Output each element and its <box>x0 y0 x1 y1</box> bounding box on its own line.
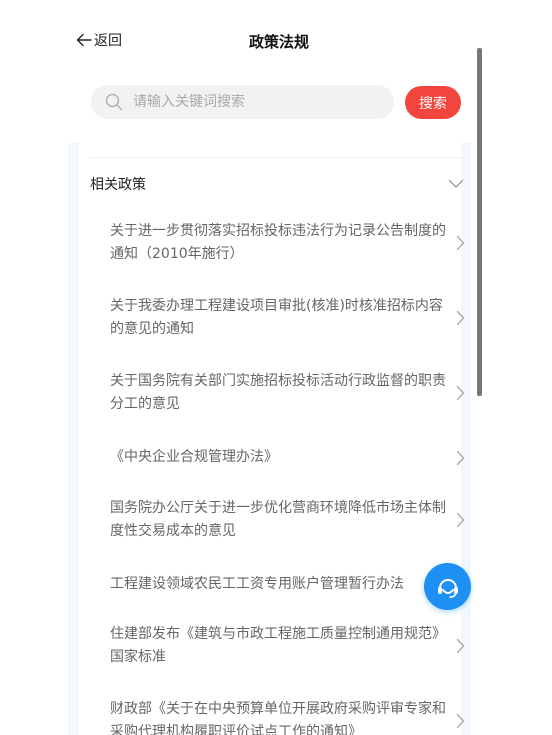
list-item-title: 工程建设领域农民工工资专用账户管理暂行办法 <box>110 576 404 592</box>
list-item[interactable]: 关于国务院有关部门实施招标投标活动行政监督的职责分工的意见 <box>110 370 465 416</box>
list-item[interactable]: 住建部发布《建筑与市政工程施工质量控制通用规范》国家标准 <box>110 623 465 669</box>
list-item-title: 关于进一步贯彻落实招标投标违法行为记录公告制度的通知（2010年施行） <box>110 223 446 262</box>
list-item[interactable]: 关于进一步贯彻落实招标投标违法行为记录公告制度的通知（2010年施行） <box>110 220 465 266</box>
divider <box>90 157 461 158</box>
section-header-related-policies[interactable]: 相关政策 <box>90 168 464 200</box>
list-item-title: 《中央企业合规管理办法》 <box>110 449 278 465</box>
list-item-title: 国务院办公厅关于进一步优化营商环境降低市场主体制度性交易成本的意见 <box>110 500 446 539</box>
chevron-right-icon <box>456 450 465 465</box>
search-icon <box>105 93 123 111</box>
search-input[interactable] <box>131 93 375 111</box>
list-item-title: 财政部《关于在中央预算单位开展政府采购评审专家和采购代理机构履职评价试点工作的通… <box>110 701 446 735</box>
customer-service-button[interactable] <box>424 563 471 610</box>
chevron-right-icon <box>456 713 465 729</box>
search-bar <box>91 85 394 119</box>
search-button[interactable]: 搜索 <box>405 86 461 119</box>
list-item[interactable]: 工程建设领域农民工工资专用账户管理暂行办法 <box>110 573 465 596</box>
page-title: 政策法规 <box>248 33 309 51</box>
list-item-title: 关于国务院有关部门实施招标投标活动行政监督的职责分工的意见 <box>110 373 446 412</box>
list-item[interactable]: 关于我委办理工程建设项目审批(核准)时核准招标内容的意见的通知 <box>110 295 465 341</box>
customer-service-icon <box>437 578 458 598</box>
chevron-right-icon <box>456 512 465 528</box>
chevron-right-icon <box>456 310 465 326</box>
header: 返回 政策法规 <box>0 0 552 80</box>
scrollbar-thumb[interactable] <box>477 48 482 396</box>
list-item[interactable]: 财政部《关于在中央预算单位开展政府采购评审专家和采购代理机构履职评价试点工作的通… <box>110 698 465 735</box>
chevron-down-icon <box>448 179 464 188</box>
list-item-title: 住建部发布《建筑与市政工程施工质量控制通用规范》国家标准 <box>110 626 446 665</box>
chevron-right-icon <box>456 235 465 251</box>
section-title: 相关政策 <box>90 177 146 193</box>
list-item[interactable]: 国务院办公厅关于进一步优化营商环境降低市场主体制度性交易成本的意见 <box>110 497 465 543</box>
list-item[interactable]: 《中央企业合规管理办法》 <box>110 446 465 469</box>
policy-regulations-screen: 返回 政策法规 搜索 相关政策 关于进一步贯彻落实招标投标违法行为记录公告制度的… <box>0 0 552 735</box>
chevron-right-icon <box>456 385 465 401</box>
list-item-title: 关于我委办理工程建设项目审批(核准)时核准招标内容的意见的通知 <box>110 298 443 337</box>
chevron-right-icon <box>456 638 465 654</box>
